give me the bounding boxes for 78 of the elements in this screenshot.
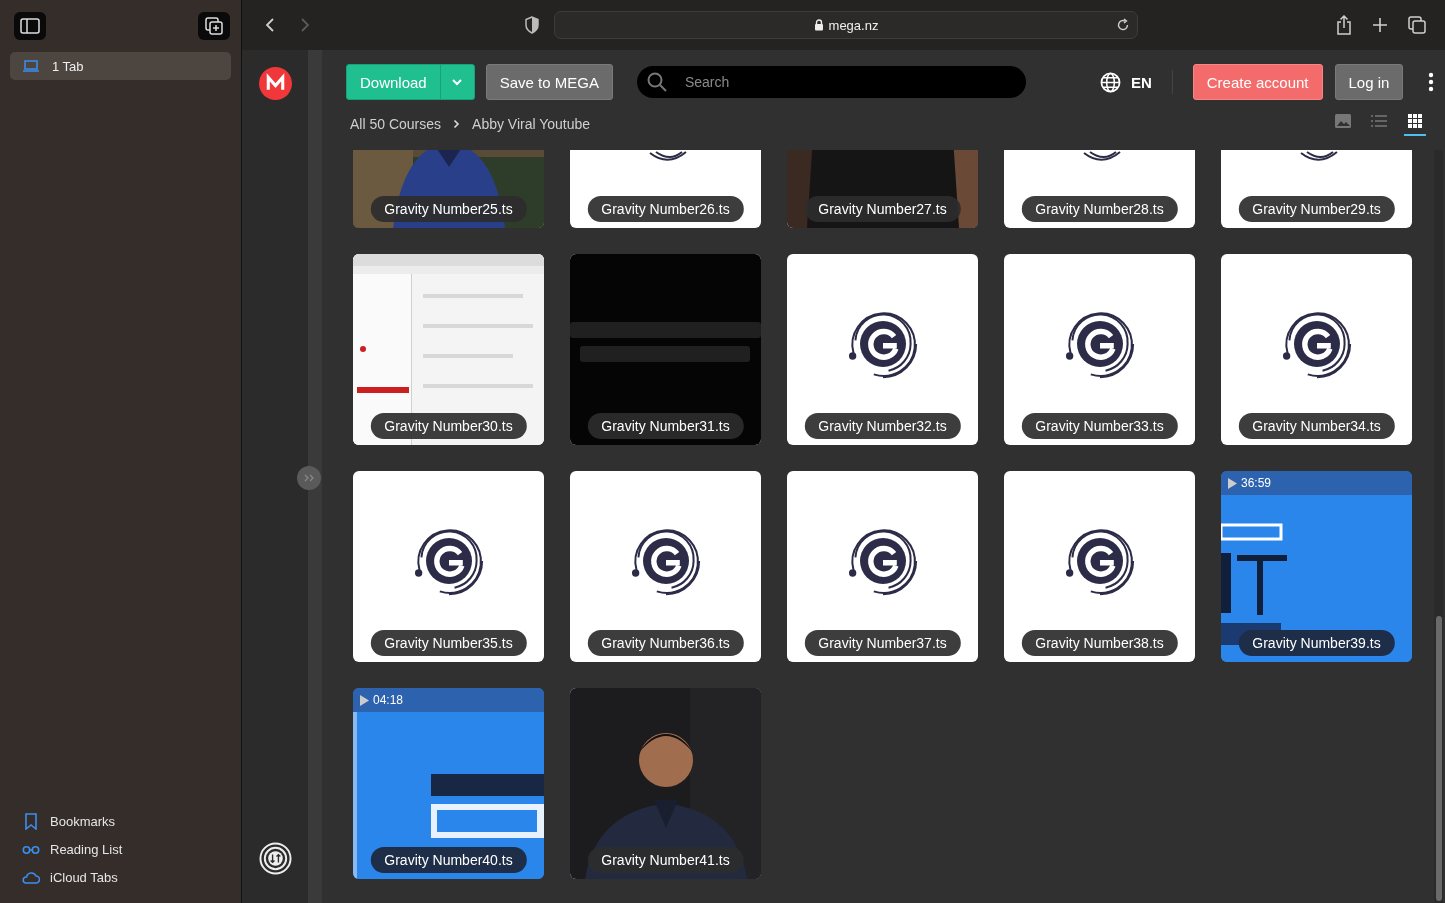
file-thumbnail[interactable]: Gravity Number36.ts	[570, 471, 761, 662]
chevron-icon	[453, 119, 461, 129]
file-name-label: Gravity Number37.ts	[804, 630, 961, 656]
file-thumbnail[interactable]: Gravity Number37.ts	[787, 471, 978, 662]
file-thumbnail[interactable]: Gravity Number33.ts	[1004, 254, 1195, 445]
address-bar[interactable]: mega.nz	[554, 11, 1138, 39]
play-icon	[1228, 477, 1237, 489]
file-name-label: Gravity Number40.ts	[370, 847, 527, 873]
file-thumbnail[interactable]: Gravity Number25.ts	[353, 150, 544, 228]
more-options-button[interactable]	[1428, 72, 1435, 92]
file-thumbnail[interactable]: Gravity Number31.ts	[570, 254, 761, 445]
list-icon	[1370, 112, 1388, 130]
file-thumbnail[interactable]: Gravity Number30.ts	[353, 254, 544, 445]
new-tab-group-button[interactable]	[198, 12, 230, 40]
file-thumbnail[interactable]: Gravity Number28.ts	[1004, 150, 1195, 228]
add-tab-icon	[204, 16, 224, 36]
grid-icon	[1406, 112, 1424, 130]
reload-icon[interactable]	[1116, 18, 1130, 32]
video-duration: 36:59	[1241, 476, 1272, 490]
video-thumbnail[interactable]: 04:18 Gravity Number40.ts	[353, 688, 544, 879]
globe-icon[interactable]	[1099, 71, 1121, 93]
caret-icon	[451, 78, 464, 86]
file-name-label: Gravity Number33.ts	[1021, 413, 1178, 439]
play-icon	[360, 694, 369, 706]
scrollbar[interactable]	[1434, 150, 1443, 903]
double-chevron-icon	[303, 473, 315, 483]
file-name-label: Gravity Number30.ts	[370, 413, 527, 439]
new-tab-icon[interactable]	[1372, 17, 1388, 33]
sync-icon[interactable]	[258, 842, 292, 875]
shield-icon[interactable]	[524, 16, 540, 34]
lock-icon	[813, 19, 824, 31]
file-name-label: Gravity Number34.ts	[1238, 413, 1395, 439]
file-name-label: Gravity Number35.ts	[370, 630, 527, 656]
file-thumbnail[interactable]: Gravity Number29.ts	[1221, 150, 1412, 228]
image-icon	[1334, 112, 1352, 130]
file-thumbnail[interactable]: Gravity Number38.ts	[1004, 471, 1195, 662]
bookmark-icon	[22, 812, 40, 830]
sidebar-item[interactable]: Bookmarks	[10, 807, 231, 835]
sidebar-item[interactable]: iCloud Tabs	[10, 863, 231, 891]
tabs-overview-icon[interactable]	[1408, 16, 1426, 34]
file-name-label: Gravity Number39.ts	[1238, 630, 1395, 656]
video-thumbnail[interactable]: 36:59 Gravity Number39.ts	[1221, 471, 1412, 662]
breadcrumb-link[interactable]: All 50 Courses	[350, 116, 442, 132]
mega-logo-icon[interactable]	[258, 67, 292, 100]
file-thumbnail[interactable]: Gravity Number32.ts	[787, 254, 978, 445]
tab-group-item[interactable]: 1 Tab	[10, 52, 231, 80]
file-name-label: Gravity Number29.ts	[1238, 196, 1395, 222]
file-thumbnail[interactable]: Gravity Number34.ts	[1221, 254, 1412, 445]
back-icon	[264, 17, 276, 33]
file-thumbnail[interactable]: Gravity Number26.ts	[570, 150, 761, 228]
file-name-label: Gravity Number38.ts	[1021, 630, 1178, 656]
log-in-button[interactable]: Log in	[1334, 64, 1404, 100]
forward-icon	[299, 17, 311, 33]
laptop-icon	[22, 59, 40, 73]
video-duration: 04:18	[373, 693, 404, 707]
save-to-mega-button[interactable]: Save to MEGA	[485, 64, 613, 100]
file-name-label: Gravity Number27.ts	[804, 196, 961, 222]
file-name-label: Gravity Number25.ts	[370, 196, 527, 222]
breadcrumb-link[interactable]: Abby Viral Youtube	[472, 116, 591, 132]
search-field[interactable]: Search	[636, 66, 1026, 98]
file-thumbnail[interactable]: Gravity Number27.ts	[787, 150, 978, 228]
sidebar-toggle-button[interactable]	[14, 12, 46, 40]
grid-view-button[interactable]	[1404, 112, 1426, 136]
file-name-label: Gravity Number26.ts	[587, 196, 744, 222]
file-thumbnail[interactable]: Gravity Number41.ts	[570, 688, 761, 879]
share-icon[interactable]	[1336, 15, 1352, 35]
expand-handle[interactable]	[297, 466, 321, 490]
language-label[interactable]: EN	[1130, 73, 1152, 91]
search-icon	[646, 72, 667, 92]
file-name-label: Gravity Number28.ts	[1021, 196, 1178, 222]
sidebar-item[interactable]: Reading List	[10, 835, 231, 863]
more-options-icon	[1428, 72, 1435, 92]
sidebar-icon	[20, 18, 40, 34]
file-name-label: Gravity Number32.ts	[804, 413, 961, 439]
file-thumbnail[interactable]: Gravity Number35.ts	[353, 471, 544, 662]
file-name-label: Gravity Number31.ts	[587, 413, 744, 439]
file-name-label: Gravity Number36.ts	[587, 630, 744, 656]
file-name-label: Gravity Number41.ts	[587, 847, 744, 873]
